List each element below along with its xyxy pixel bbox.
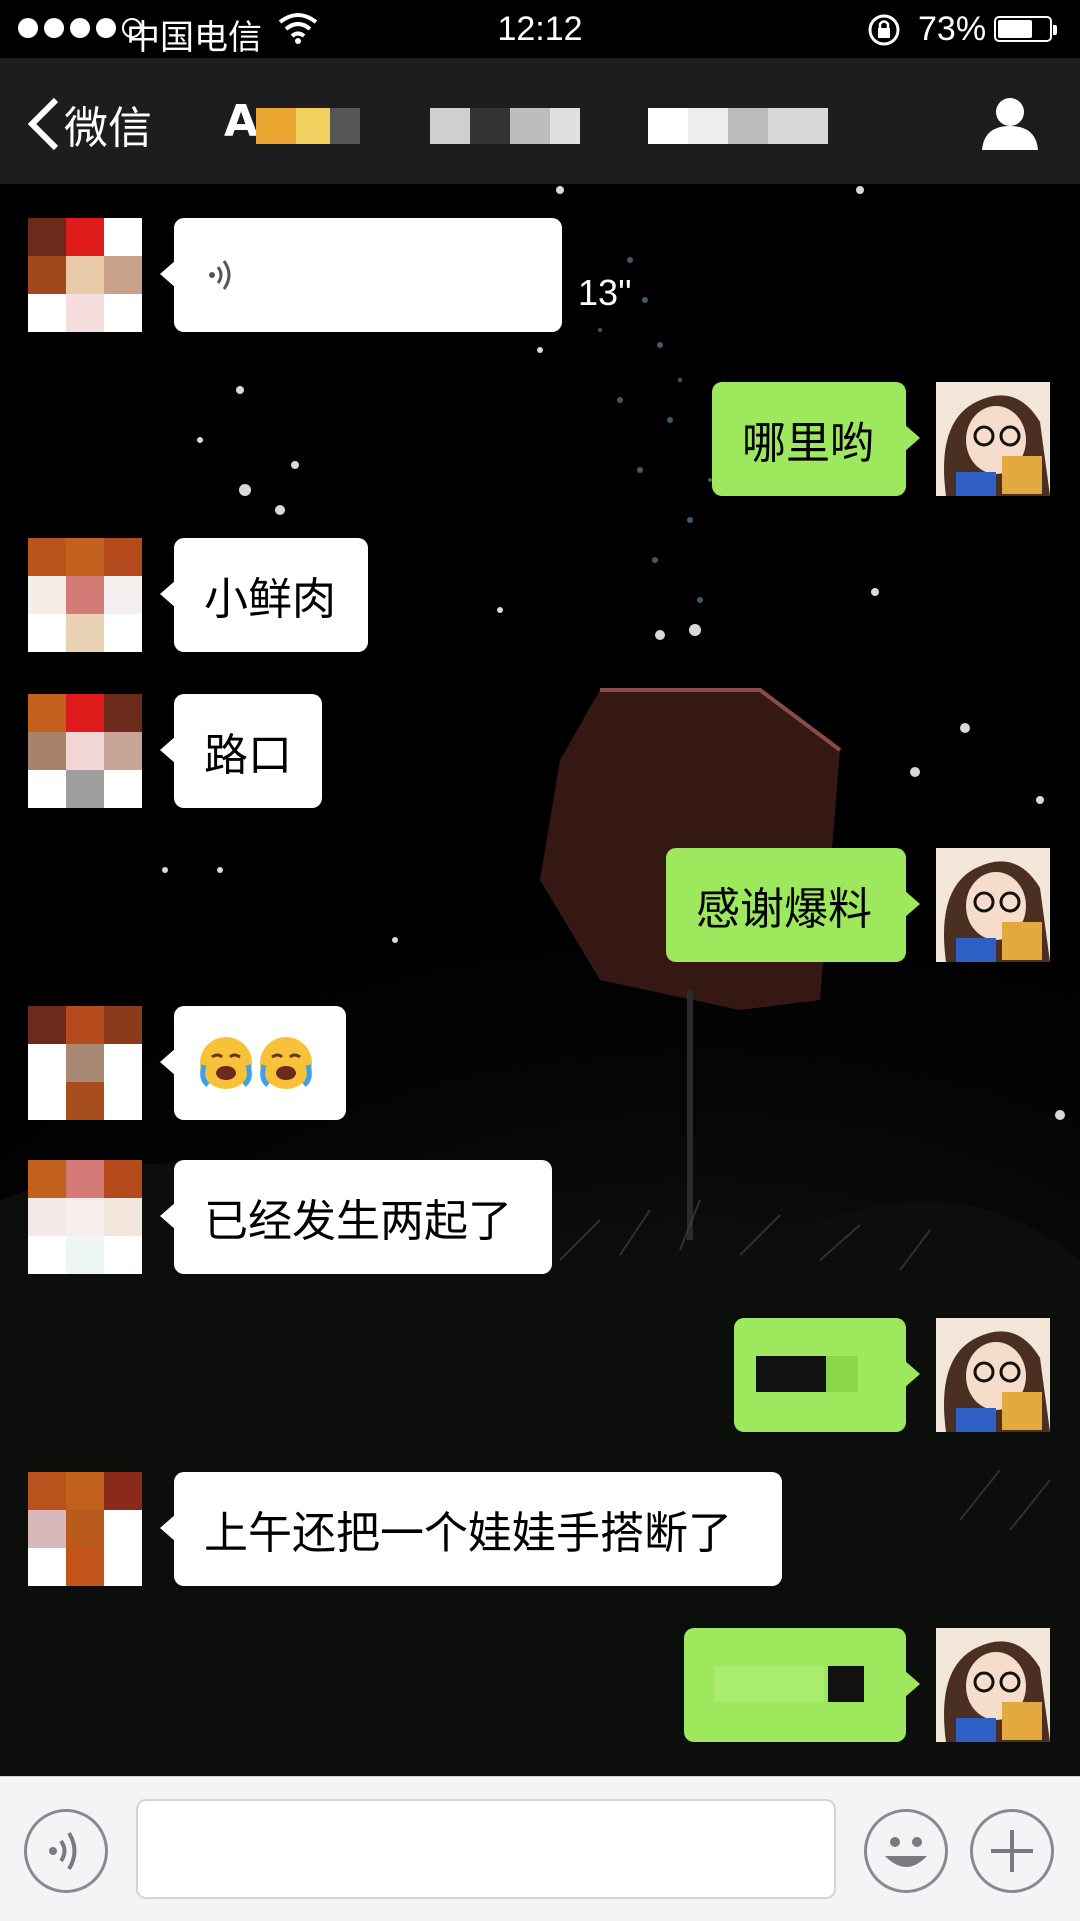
redacted-block [828,1666,864,1702]
outgoing-message-bubble[interactable]: 哪里哟 [712,382,920,496]
voice-icon [209,260,231,290]
message-text: 哪里哟 [742,418,874,469]
smiley-icon [885,1837,927,1867]
status-bar: 中国电信 12:12 73% [0,0,1080,58]
redacted-title-block [648,108,828,144]
outgoing-message-bubble[interactable] [734,1318,920,1432]
avatar[interactable] [936,382,1050,496]
message-text: 路口 [204,730,292,781]
message-row: 13'' [0,218,1080,332]
avatar[interactable] [28,218,142,332]
redacted-block [714,1666,824,1702]
redacted-title-block [256,108,360,144]
outgoing-message-bubble[interactable] [684,1628,920,1742]
redacted-block [756,1356,826,1392]
message-text: 上午还把一个娃娃手搭断了 [204,1508,732,1559]
message-row: 已经发生两起了 [0,1160,1080,1274]
avatar[interactable] [936,1318,1050,1432]
voice-message-bubble[interactable] [160,218,562,332]
message-row: 哪里哟 [0,382,1080,496]
more-button[interactable] [970,1809,1054,1893]
back-button[interactable]: 微信 [26,92,152,156]
message-row: 感谢爆料 [0,848,1080,962]
incoming-message-bubble[interactable]: 已经发生两起了 [160,1160,552,1274]
incoming-message-bubble[interactable]: 上午还把一个娃娃手搭断了 [160,1472,782,1586]
back-label: 微信 [64,103,152,154]
message-text: 小鲜肉 [204,574,336,625]
voice-toggle-button[interactable] [24,1809,108,1893]
message-input[interactable] [136,1799,836,1899]
avatar[interactable] [28,1160,142,1274]
voice-duration: 13'' [578,272,632,313]
avatar[interactable] [28,538,142,652]
chevron-left-icon [27,97,59,151]
avatar[interactable] [28,1472,142,1586]
voice-icon [49,1831,77,1871]
redacted-block [826,1356,858,1392]
message-row: 上午还把一个娃娃手搭断了 [0,1472,1080,1586]
message-list[interactable]: 13'' 哪里哟 小鲜肉 路口 感谢爆料 已经发生两起了 上午还把一个娃娃手搭断… [0,184,1080,1776]
rotation-lock-icon [866,12,902,57]
message-row: 小鲜肉 [0,538,1080,652]
face-with-tears-icon [260,1037,312,1089]
battery-percent: 73% [918,10,987,48]
avatar[interactable] [28,1006,142,1120]
input-bar [0,1776,1080,1921]
redacted-title-block [430,108,580,144]
message-row [0,1628,1080,1742]
message-text: 感谢爆料 [696,884,872,935]
face-with-tears-icon [200,1037,252,1089]
emoji-button[interactable] [864,1809,948,1893]
outgoing-message-bubble[interactable]: 感谢爆料 [666,848,920,962]
incoming-message-bubble[interactable]: 路口 [160,694,322,808]
avatar[interactable] [28,694,142,808]
chat-title: A [224,96,259,147]
message-text: 已经发生两起了 [204,1196,512,1247]
avatar[interactable] [936,1628,1050,1742]
avatar[interactable] [936,848,1050,962]
plus-icon [991,1830,1033,1872]
message-row: 路口 [0,694,1080,808]
message-row [0,1318,1080,1432]
battery-icon [994,16,1057,42]
chat-info-button[interactable] [980,96,1040,154]
incoming-message-bubble[interactable]: 小鲜肉 [160,538,368,652]
incoming-message-bubble[interactable] [160,1006,346,1120]
nav-bar: 微信 A [0,58,1080,184]
person-icon [982,98,1038,150]
message-row [0,1006,1080,1120]
